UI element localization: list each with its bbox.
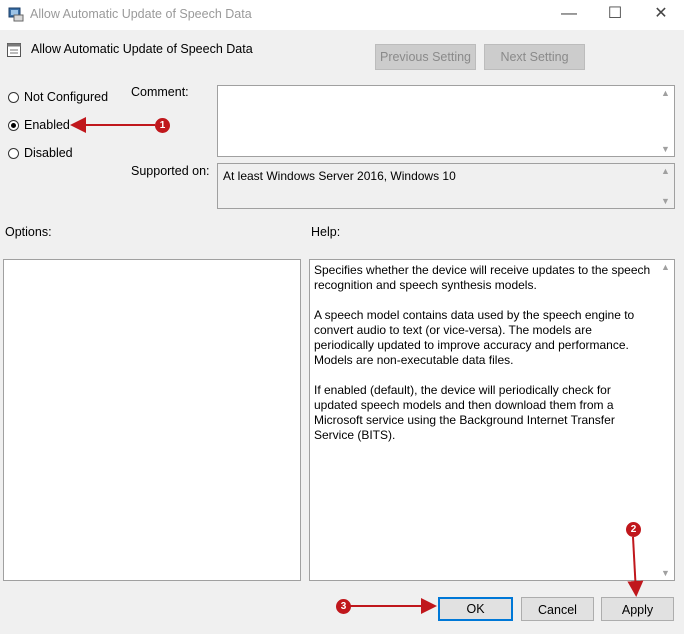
next-setting-button[interactable]: Next Setting — [484, 44, 585, 70]
radio-label: Disabled — [24, 146, 73, 160]
supported-scrollbar[interactable]: ▲ ▼ — [657, 164, 674, 208]
close-button[interactable]: ✕ — [638, 0, 684, 30]
supported-on-box: At least Windows Server 2016, Windows 10… — [217, 163, 675, 209]
previous-setting-button[interactable]: Previous Setting — [375, 44, 476, 70]
radio-enabled[interactable]: Enabled — [8, 116, 70, 134]
step-3-marker: 3 — [336, 599, 351, 614]
comment-value — [218, 86, 674, 92]
ok-button[interactable]: OK — [438, 597, 513, 621]
step-2-marker: 2 — [626, 522, 641, 537]
cancel-button[interactable]: Cancel — [521, 597, 594, 621]
help-label: Help: — [311, 225, 341, 239]
options-label: Options: — [5, 225, 52, 239]
help-paragraph: A speech model contains data used by the… — [314, 308, 635, 367]
scroll-up-icon[interactable]: ▲ — [657, 86, 674, 100]
supported-on-value: At least Windows Server 2016, Windows 10 — [223, 169, 456, 183]
radio-circle[interactable] — [8, 119, 19, 131]
supported-on-label: Supported on: — [131, 164, 210, 178]
scroll-down-icon[interactable]: ▼ — [657, 194, 674, 208]
maximize-button[interactable]: ☐ — [592, 0, 638, 30]
step-1-marker: 1 — [155, 118, 170, 133]
help-paragraph: If enabled (default), the device will pe… — [314, 383, 615, 442]
comment-scrollbar[interactable]: ▲ ▼ — [657, 86, 674, 156]
minimize-button[interactable]: — — [546, 0, 592, 30]
radio-circle[interactable] — [8, 91, 19, 103]
policy-setting-icon — [7, 43, 21, 57]
radio-disabled[interactable]: Disabled — [8, 144, 73, 162]
scroll-up-icon[interactable]: ▲ — [657, 260, 674, 274]
scroll-up-icon[interactable]: ▲ — [657, 164, 674, 178]
options-panel — [3, 259, 301, 581]
policy-editor-app-icon — [8, 7, 24, 22]
radio-label: Enabled — [24, 118, 70, 132]
radio-label: Not Configured — [24, 90, 109, 104]
radio-not-configured[interactable]: Not Configured — [8, 88, 108, 106]
help-scrollbar[interactable]: ▲ ▼ — [657, 260, 674, 580]
help-text: Specifies whether the device will receiv… — [314, 263, 654, 458]
scroll-down-icon[interactable]: ▼ — [657, 142, 674, 156]
policy-title: Allow Automatic Update of Speech Data — [31, 42, 253, 56]
radio-circle[interactable] — [8, 147, 19, 159]
comment-label: Comment: — [131, 85, 189, 99]
scroll-down-icon[interactable]: ▼ — [657, 566, 674, 580]
comment-textarea[interactable]: ▲ ▼ — [217, 85, 675, 157]
window-title: Allow Automatic Update of Speech Data — [30, 7, 252, 21]
apply-button[interactable]: Apply — [601, 597, 674, 621]
help-paragraph: Specifies whether the device will receiv… — [314, 263, 651, 292]
